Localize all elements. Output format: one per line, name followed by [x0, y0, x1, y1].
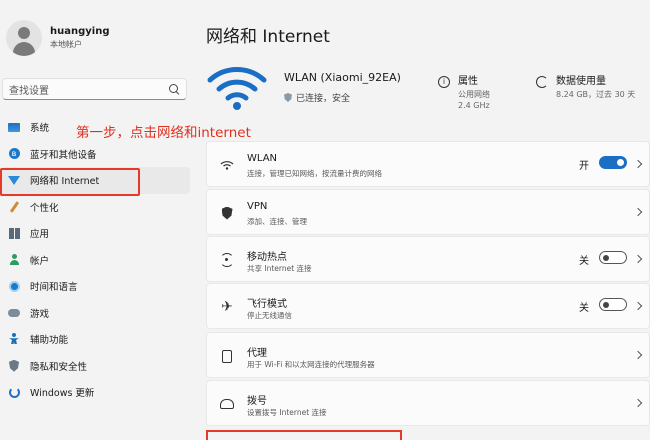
sidebar-item-gaming[interactable]: 游戏 — [0, 300, 190, 327]
sidebar-item-label: Windows 更新 — [30, 388, 95, 400]
annotation-step-text: 第一步，点击网络和internet — [76, 125, 251, 141]
time-language-icon — [8, 280, 20, 292]
apps-icon — [8, 227, 20, 239]
card-subtitle: 停止无线通信 — [247, 311, 292, 320]
user-account-type: 本地帐户 — [50, 40, 82, 49]
windows-update-icon — [8, 386, 20, 398]
sidebar-item-windows-update[interactable]: Windows 更新 — [0, 379, 190, 406]
connection-name: WLAN (Xiaomi_92EA) — [284, 71, 401, 84]
card-vpn[interactable]: VPN 添加、连接、管理 — [206, 189, 650, 235]
bluetooth-icon: ʙ — [8, 148, 20, 160]
card-dialup[interactable]: 拨号 设置拨号 Internet 连接 — [206, 380, 650, 426]
chevron-right-icon — [633, 398, 643, 408]
search-icon — [169, 83, 180, 95]
sidebar-item-time-language[interactable]: 时间和语言 — [0, 273, 190, 300]
sidebar-item-label: 隐私和安全性 — [30, 361, 88, 373]
privacy-icon — [8, 359, 20, 372]
card-title: WLAN — [247, 153, 278, 164]
sidebar: huangying 本地帐户 查找设置 系统 ʙ 蓝牙和其他设备 网络和 Int… — [0, 0, 196, 440]
shield-icon — [284, 93, 292, 102]
card-subtitle: 共享 Internet 连接 — [247, 264, 312, 273]
card-title: 拨号 — [247, 396, 267, 407]
sidebar-item-bluetooth[interactable]: ʙ 蓝牙和其他设备 — [0, 141, 190, 168]
properties-line1: 公用网络 — [458, 90, 490, 99]
search-placeholder: 查找设置 — [9, 85, 49, 97]
card-title: 代理 — [247, 348, 267, 359]
data-usage-title: 数据使用量 — [556, 76, 606, 87]
properties-line2: 2.4 GHz — [458, 101, 490, 110]
chevron-right-icon — [633, 301, 643, 311]
toggle-state-label: 开 — [579, 161, 589, 172]
toggle-state-label: 关 — [579, 256, 589, 267]
properties-button[interactable]: i 属性 公用网络 2.4 GHz — [438, 72, 490, 111]
hotspot-icon — [219, 252, 235, 268]
proxy-icon — [219, 348, 235, 364]
account-icon — [8, 254, 20, 266]
sidebar-item-label: 时间和语言 — [30, 282, 78, 294]
sidebar-item-label: 辅助功能 — [30, 335, 69, 347]
card-title: 飞行模式 — [247, 299, 287, 310]
avatar — [6, 20, 42, 56]
personalization-icon — [8, 200, 20, 213]
card-subtitle: 连接，管理已知网络，按流量计费的网络 — [247, 169, 382, 178]
connection-status-text: 已连接，安全 — [296, 94, 351, 104]
sidebar-item-label: 个性化 — [30, 202, 59, 214]
sidebar-item-privacy[interactable]: 隐私和安全性 — [0, 353, 190, 380]
sidebar-item-apps[interactable]: 应用 — [0, 220, 190, 247]
accessibility-icon — [8, 333, 20, 345]
chevron-right-icon — [633, 159, 643, 169]
vpn-shield-icon — [219, 205, 235, 221]
gaming-icon — [8, 307, 20, 319]
search-input[interactable]: 查找设置 — [2, 78, 187, 100]
properties-title: 属性 — [458, 76, 478, 87]
sidebar-item-personalization[interactable]: 个性化 — [0, 194, 190, 221]
airplane-icon: ✈ — [221, 299, 233, 315]
info-icon: i — [438, 76, 450, 88]
data-usage-button[interactable]: 数据使用量 8.24 GB，过去 30 天 — [536, 72, 635, 100]
wifi-icon — [219, 157, 235, 173]
wifi-large-icon — [207, 67, 267, 110]
card-hotspot[interactable]: 移动热点 共享 Internet 连接 关 — [206, 236, 650, 282]
card-title: VPN — [247, 201, 268, 212]
dialup-icon — [219, 396, 235, 412]
data-usage-detail: 8.24 GB，过去 30 天 — [556, 90, 636, 99]
sidebar-item-accessibility[interactable]: 辅助功能 — [0, 326, 190, 353]
toggle-state-label: 关 — [579, 303, 589, 314]
data-usage-icon — [536, 76, 548, 88]
airplane-toggle[interactable] — [599, 298, 627, 311]
chevron-right-icon — [633, 207, 643, 217]
card-subtitle: 添加、连接、管理 — [247, 217, 307, 226]
card-subtitle: 设置拨号 Internet 连接 — [247, 408, 327, 417]
connection-summary: WLAN (Xiaomi_92EA) 已连接，安全 i 属性 公用网络 2.4 … — [206, 62, 650, 118]
sidebar-item-label: 帐户 — [30, 255, 50, 267]
annotation-highlight-box — [0, 168, 140, 196]
card-proxy[interactable]: 代理 用于 Wi-Fi 和以太网连接的代理服务器 — [206, 332, 650, 378]
system-icon — [8, 121, 20, 133]
connection-status: 已连接，安全 — [284, 91, 350, 104]
sidebar-item-accounts[interactable]: 帐户 — [0, 247, 190, 274]
sidebar-item-label: 游戏 — [30, 308, 50, 320]
page-title: 网络和 Internet — [206, 27, 330, 47]
card-airplane-mode[interactable]: ✈ 飞行模式 停止无线通信 关 — [206, 283, 650, 329]
wlan-toggle[interactable] — [599, 156, 627, 169]
chevron-right-icon — [633, 254, 643, 264]
card-title: 移动热点 — [247, 252, 287, 263]
hotspot-toggle[interactable] — [599, 251, 627, 264]
sidebar-nav: 系统 ʙ 蓝牙和其他设备 网络和 Internet 个性化 应用 帐户 时间和语… — [0, 114, 190, 406]
sidebar-item-label: 应用 — [30, 229, 50, 241]
sidebar-item-label: 系统 — [30, 123, 50, 135]
user-name: huangying — [50, 26, 110, 37]
card-wlan[interactable]: WLAN 连接，管理已知网络，按流量计费的网络 开 — [206, 141, 650, 187]
card-subtitle: 用于 Wi-Fi 和以太网连接的代理服务器 — [247, 360, 375, 369]
sidebar-item-label: 蓝牙和其他设备 — [30, 149, 97, 161]
chevron-right-icon — [633, 350, 643, 360]
annotation-highlight-box-bottom — [206, 430, 402, 440]
user-profile[interactable]: huangying 本地帐户 — [6, 20, 110, 56]
